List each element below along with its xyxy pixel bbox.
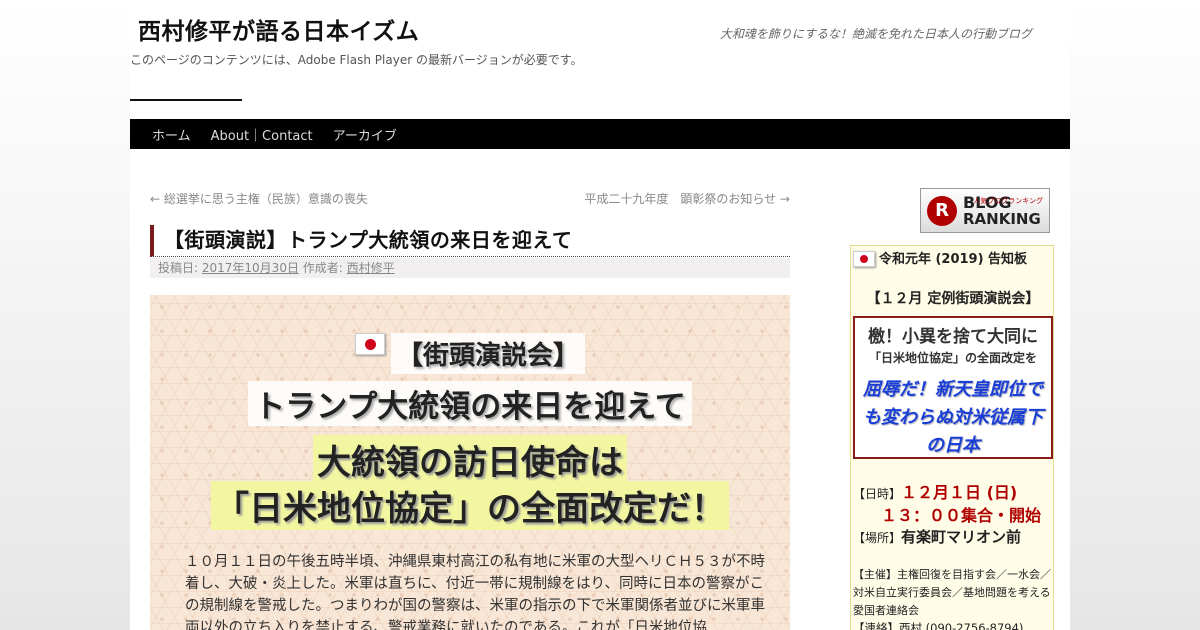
site-description: 大和魂を飾りにするな！絶滅を免れた日本人の行動ブログ — [719, 27, 1032, 41]
main-navigation: ホーム About｜Contact アーカイブ — [130, 119, 1070, 149]
nav-item-home[interactable]: ホーム — [142, 125, 201, 144]
hero-heading-4-text: 「日米地位協定」の全面改定だ！ — [211, 481, 729, 530]
site-title[interactable]: 西村修平が語る日本イズム — [138, 12, 419, 46]
slogan-line3: 屈辱だ！新天皇即位でも変わらぬ対米従属下の日本 — [863, 379, 1043, 456]
event-place-row: 【場所】有楽町マリオン前 — [853, 526, 1021, 547]
ranking-small-label: 人気ブログランキング — [973, 197, 1043, 205]
hero-heading-2-text: トランプ大統領の来日を迎えて — [248, 381, 692, 426]
previous-post-link[interactable]: ← 総選挙に思う主権（民族）意識の喪失 — [150, 190, 368, 207]
post-meta: 投稿日: 2017年10月30日 作成者: 西村修平 — [150, 258, 790, 278]
header-divider — [130, 99, 242, 101]
nav-item-archive[interactable]: アーカイブ — [323, 125, 407, 144]
organizer-text: 【主催】主権回復を目指す会／一水会／対米自立実行委員会／基地問題を考える愛国者連… — [853, 568, 1051, 617]
post-body: 【街頭演説会】 トランプ大統領の来日を迎えて 大統領の訪日使命は 「日米地位協定… — [150, 295, 790, 630]
time-value: １３：００集合・開始 — [881, 506, 1042, 525]
hero-heading-1: 【街頭演説会】 — [150, 333, 790, 374]
hero-heading-3-text: 大統領の訪日使命は — [313, 435, 627, 484]
hero-heading-2: トランプ大統領の来日を迎えて — [150, 381, 790, 426]
event-date-row: 【日時】１２月１日 (日) — [853, 479, 1017, 503]
date-value: １２月１日 (日) — [901, 483, 1018, 502]
date-label: 【日時】 — [853, 487, 902, 501]
post-date-link[interactable]: 2017年10月30日 — [202, 261, 299, 275]
notice-heading: 令和元年 (2019) 告知板 — [878, 252, 1028, 267]
post-body-text: １０月１１日の午後五時半頃、沖縄県東村高江の私有地に米軍の大型ヘリＣＨ５３が不時… — [185, 554, 765, 630]
slogan-line1: 檄！小異を捨て大同に — [868, 327, 1038, 347]
notice-slogan-box: 檄！小異を捨て大同に 「日米地位協定」の全面改定を 屈辱だ！新天皇即位でも変わら… — [853, 316, 1053, 459]
slogan-line2: 「日米地位協定」の全面改定を — [868, 351, 1037, 365]
hero-heading-1-text: 【街頭演説会】 — [390, 333, 585, 374]
hero-heading-3: 大統領の訪日使命は — [150, 435, 790, 484]
ranking-line2: RANKING — [963, 209, 1041, 228]
notice-board: 令和元年 (2019) 告知板 【１２月 定例街頭演説会】 檄！小異を捨て大同に… — [850, 245, 1054, 630]
meta-posted-label: 投稿日: — [158, 261, 199, 275]
post-title: 【街頭演説】トランプ大統領の来日を迎えて — [150, 225, 790, 257]
nav-item-about-contact[interactable]: About｜Contact — [201, 125, 323, 144]
event-time-row: １３：００集合・開始 — [881, 502, 1041, 526]
place-label: 【場所】 — [853, 531, 902, 545]
place-value: 有楽町マリオン前 — [901, 528, 1022, 546]
ranking-logo-icon: R — [927, 195, 957, 226]
notice-subheading: 【１２月 定例街頭演説会】 — [866, 291, 1040, 307]
contact-text: 【連絡】西村 (090-2756-8794) — [853, 621, 1024, 630]
page-wrapper: 西村修平が語る日本イズム 大和魂を飾りにするな！絶滅を免れた日本人の行動ブログ … — [130, 0, 1070, 630]
next-post-link[interactable]: 平成二十九年度 顕彰祭のお知らせ → — [584, 190, 790, 207]
blog-ranking-banner[interactable]: R BLOG RANKING 人気ブログランキング — [920, 188, 1050, 233]
japan-flag-icon — [354, 333, 385, 355]
hero-heading-4: 「日米地位協定」の全面改定だ！ — [150, 481, 790, 530]
flash-notice: このページのコンテンツには、Adobe Flash Player の最新バージョ… — [130, 53, 583, 67]
meta-author-label: 作成者: — [302, 261, 343, 275]
post-author-link[interactable]: 西村修平 — [347, 261, 395, 275]
